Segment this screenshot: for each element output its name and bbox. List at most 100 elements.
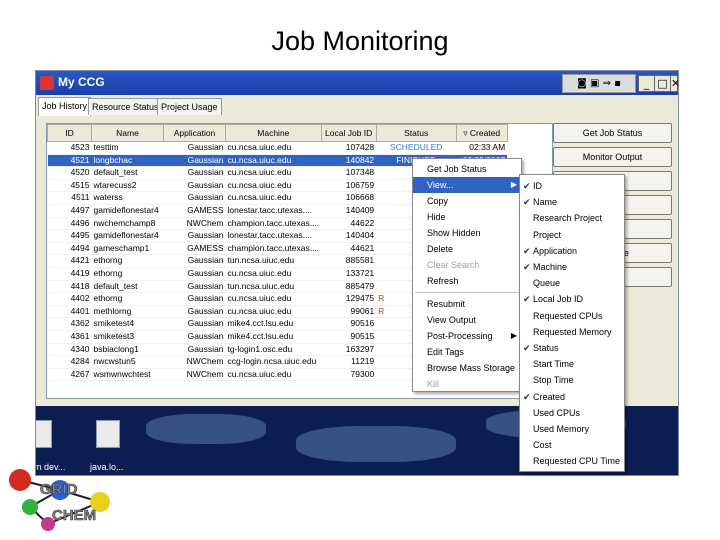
menu-separator	[415, 292, 519, 293]
job-id-cell: 4361	[47, 330, 92, 344]
machine-cell: cu.ncsa.uiuc.edu	[225, 179, 322, 193]
view-option-label: Requested CPUs	[533, 310, 603, 321]
view-option-application[interactable]: ✔ Application	[520, 243, 624, 259]
view-option-label: Status	[533, 343, 559, 353]
column-header-status[interactable]: Status	[375, 124, 457, 142]
column-header-application[interactable]: Application	[163, 124, 226, 142]
machine-cell: champion.tacc.utexas....	[225, 217, 322, 231]
view-option-label: Project	[533, 229, 562, 240]
view-option-label: Requested Memory	[533, 326, 612, 337]
context-menu-item-hide[interactable]: Hide	[413, 209, 521, 225]
job-id-cell: 4523	[47, 141, 92, 155]
context-menu-item-clear-search[interactable]: Clear Search	[413, 257, 521, 273]
context-menu-item-browse-mass-storage[interactable]: Browse Mass Storage	[413, 360, 521, 376]
context-menu-item-resubmit[interactable]: Resubmit	[413, 296, 521, 312]
job-name-cell: smiketest4	[91, 317, 164, 331]
context-menu-item-delete[interactable]: Delete	[413, 241, 521, 257]
titlebar-tools-icon[interactable]: ◙ ▣ ⇒ ▪	[562, 74, 636, 93]
window-titlebar[interactable]: My CCG ◙ ▣ ⇒ ▪ _ □ ✕	[36, 71, 678, 95]
table-row[interactable]: 4523 testtim Gaussian cu.ncsa.uiuc.edu 10742…	[47, 141, 508, 155]
local-job-id-cell: 107348	[321, 166, 377, 180]
view-option-project[interactable]: Project	[520, 227, 624, 243]
column-header-name[interactable]: Name	[91, 124, 164, 142]
context-menu-item-copy[interactable]: Copy	[413, 193, 521, 209]
view-option-cost[interactable]: Cost	[520, 437, 624, 453]
column-header-created[interactable]: ▿ Created	[455, 124, 508, 142]
context-menu-item-label: Refresh	[427, 276, 459, 286]
local-job-id-cell: 163297	[321, 343, 377, 357]
application-cell: GAMESS	[163, 204, 226, 218]
view-option-status[interactable]: ✔ Status	[520, 340, 624, 356]
context-menu-item-show-hidden[interactable]: Show Hidden	[413, 225, 521, 241]
view-option-requested-memory[interactable]: Requested Memory	[520, 324, 624, 340]
monitor-output-button[interactable]: Monitor Output	[553, 147, 672, 167]
context-menu-item-view[interactable]: View... ▶	[413, 177, 521, 193]
job-id-cell: 4495	[47, 229, 92, 243]
column-header-local-job-id[interactable]: Local Job ID	[320, 124, 377, 142]
close-button[interactable]: ✕	[670, 75, 678, 92]
slide-title: Job Monitoring	[271, 26, 449, 56]
view-option-queue[interactable]: Queue	[520, 275, 624, 291]
desktop-icon-java-dev[interactable]	[36, 420, 52, 448]
machine-cell: tun.ncsa.uiuc.edu	[225, 254, 322, 268]
view-option-name[interactable]: ✔ Name	[520, 194, 624, 210]
view-option-used-memory[interactable]: Used Memory	[520, 421, 624, 437]
tab-project-usage[interactable]: Project Usage	[157, 98, 222, 115]
context-menu-item-label: Show Hidden	[427, 228, 481, 238]
application-cell: NWChem	[163, 368, 226, 382]
minimize-button[interactable]: _	[638, 75, 655, 92]
column-header-machine[interactable]: Machine	[225, 124, 322, 142]
view-option-label: Used CPUs	[533, 407, 581, 418]
context-menu-item-label: Resubmit	[427, 299, 466, 309]
context-menu: Get Job Status View... ▶ Copy Hide Show Hidde…	[412, 158, 522, 392]
job-name-cell: default_test	[91, 166, 164, 180]
created-cell: 02:33 AM	[456, 141, 508, 155]
local-job-id-cell: 140409	[321, 204, 377, 218]
job-id-cell: 4497	[47, 204, 92, 218]
view-submenu: ✔ ID ✔ Name Research Project Project ✔ Applicat…	[519, 174, 625, 472]
context-menu-item-edit-tags[interactable]: Edit Tags	[413, 344, 521, 360]
view-option-start-time[interactable]: Start Time	[520, 356, 624, 372]
view-option-requested-cpu-time[interactable]: Requested CPU Time	[520, 453, 624, 469]
view-option-created[interactable]: ✔ Created	[520, 389, 624, 405]
tab-resource-status[interactable]: Resource Status	[88, 98, 163, 115]
gridchem-logo: GRID CHEM	[9, 469, 110, 531]
view-option-machine[interactable]: ✔ Machine	[520, 259, 624, 275]
machine-cell: cu.ncsa.uiuc.edu	[225, 154, 322, 168]
maximize-button[interactable]: □	[654, 75, 671, 92]
app-icon	[40, 76, 54, 90]
view-option-research-project[interactable]: Research Project	[520, 210, 624, 226]
get-job-status-button[interactable]: Get Job Status	[553, 123, 672, 143]
machine-cell: tun.ncsa.uiuc.edu	[225, 280, 322, 294]
local-job-id-cell: 140404	[321, 229, 377, 243]
view-option-label: Machine	[533, 262, 568, 272]
application-cell: Gaussian	[163, 254, 226, 268]
context-menu-item-get-job-status[interactable]: Get Job Status	[413, 161, 521, 177]
machine-cell: cu.ncsa.uiuc.edu	[225, 368, 322, 382]
view-option-label: Name	[533, 197, 558, 208]
job-id-cell: 4494	[47, 242, 92, 256]
submenu-arrow-icon: ▶	[510, 331, 517, 340]
job-name-cell: gamideflonestar4	[91, 204, 164, 218]
context-menu-item-kill[interactable]: Kill	[413, 376, 521, 392]
machine-cell: cu.ncsa.uiuc.edu	[225, 292, 322, 306]
tab-job-history[interactable]: Job History	[38, 97, 92, 116]
context-menu-item-post-processing[interactable]: Post-Processing ▶	[413, 328, 521, 344]
local-job-id-cell: 106759	[321, 179, 377, 193]
view-option-local-job-id[interactable]: ✔ Local Job ID	[520, 291, 624, 307]
context-menu-item-label: Delete	[427, 244, 454, 254]
view-option-stop-time[interactable]: Stop Time	[520, 372, 624, 388]
logo-grid-text: GRID	[40, 481, 78, 498]
view-option-used-cpus[interactable]: Used CPUs	[520, 405, 624, 421]
local-job-id-cell: 44621	[321, 242, 377, 256]
context-menu-item-view-output[interactable]: View Output	[413, 312, 521, 328]
machine-cell: cu.ncsa.uiuc.edu	[225, 141, 322, 155]
column-header-id[interactable]: ID	[47, 124, 92, 142]
view-option-label: Local Job ID	[533, 294, 584, 305]
view-option-requested-cpus[interactable]: Requested CPUs	[520, 308, 624, 324]
context-menu-item-refresh[interactable]: Refresh	[413, 273, 521, 289]
desktop-icon-java-log[interactable]	[96, 420, 120, 448]
job-name-cell: wsmwnwchtest	[91, 368, 164, 382]
view-option-id[interactable]: ✔ ID	[520, 178, 624, 194]
view-option-label: Start Time	[533, 359, 575, 370]
